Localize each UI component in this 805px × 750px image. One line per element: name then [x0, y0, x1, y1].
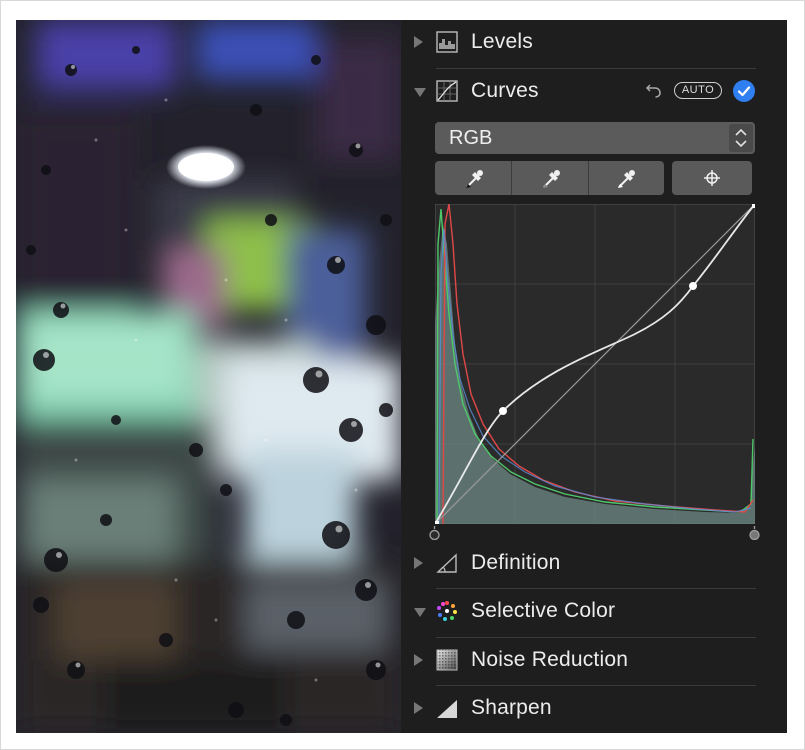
adjustments-panel: Levels Curves AUTO RGB Definition Select…	[401, 20, 787, 733]
section-levels[interactable]: Levels	[401, 20, 787, 68]
section-definition[interactable]: Definition	[401, 541, 787, 589]
disclosure-triangle-icon[interactable]	[414, 702, 423, 714]
disclosure-triangle-icon[interactable]	[414, 654, 423, 666]
curve-endpoint[interactable]	[435, 521, 439, 525]
eyedropper-black-icon	[466, 170, 483, 188]
section-curves[interactable]: Curves	[401, 69, 787, 117]
selective-color-icon	[437, 601, 457, 621]
disclosure-triangle-icon[interactable]	[414, 608, 426, 617]
section-noise-reduction[interactable]: Noise Reduction	[401, 638, 787, 686]
section-label: Selective Color	[471, 599, 616, 622]
gray-point-eyedropper-button[interactable]	[512, 161, 588, 195]
eyedropper-gray-icon	[543, 170, 560, 188]
curves-icon	[436, 80, 458, 102]
add-point-button[interactable]	[672, 161, 752, 195]
select-stepper-icon[interactable]	[729, 124, 753, 152]
white-point-eyedropper-button[interactable]	[589, 161, 665, 195]
curve-control-point[interactable]	[499, 407, 507, 415]
crosshair-icon	[704, 170, 720, 186]
curve-endpoint[interactable]	[752, 204, 756, 208]
black-point-eyedropper-button[interactable]	[435, 161, 511, 195]
white-point-slider-handle[interactable]	[749, 526, 760, 540]
disclosure-triangle-icon[interactable]	[414, 88, 426, 97]
channel-value: RGB	[449, 127, 493, 149]
channel-select[interactable]: RGB	[435, 122, 755, 154]
noise-reduction-icon	[436, 649, 458, 671]
section-label: Definition	[471, 551, 561, 574]
disclosure-triangle-icon[interactable]	[414, 36, 423, 48]
section-label: Curves	[471, 79, 539, 102]
photo-preview	[16, 20, 401, 733]
curves-graph[interactable]	[434, 203, 756, 525]
curve-control-point[interactable]	[689, 282, 697, 290]
disclosure-triangle-icon[interactable]	[414, 557, 423, 569]
enabled-checkmark-icon[interactable]	[733, 80, 755, 102]
section-label: Sharpen	[471, 696, 552, 719]
section-sharpen[interactable]: Sharpen	[401, 686, 787, 734]
auto-button[interactable]: AUTO	[674, 82, 722, 99]
sharpen-icon	[437, 700, 457, 718]
section-label: Levels	[471, 30, 533, 53]
section-label: Noise Reduction	[471, 648, 629, 671]
undo-icon[interactable]	[645, 81, 663, 99]
eyedropper-group	[435, 161, 664, 195]
section-selective-color[interactable]: Selective Color	[401, 589, 787, 637]
black-point-slider-handle[interactable]	[429, 526, 440, 540]
photo-image	[16, 20, 401, 733]
levels-icon	[436, 31, 458, 53]
eyedropper-white-icon	[618, 170, 635, 188]
definition-icon	[436, 553, 457, 573]
